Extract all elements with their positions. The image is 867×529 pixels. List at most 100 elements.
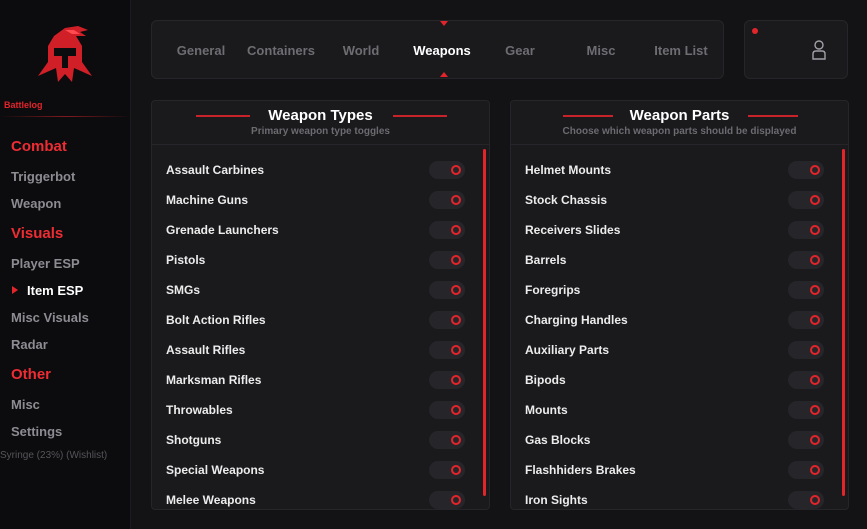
toggle-knob	[810, 165, 820, 175]
toggle-switch[interactable]	[788, 251, 824, 269]
toggle-switch[interactable]	[788, 311, 824, 329]
toggle-knob	[451, 195, 461, 205]
toggle-label: Iron Sights	[525, 493, 588, 507]
scrollbar[interactable]	[483, 149, 486, 496]
toggle-switch[interactable]	[788, 221, 824, 239]
title-decor-line	[393, 115, 447, 117]
toggle-switch[interactable]	[788, 341, 824, 359]
user-icon[interactable]	[811, 39, 827, 61]
panel-subtitle: Choose which weapon parts should be disp…	[562, 126, 797, 137]
nav-item-weapon[interactable]: Weapon	[11, 196, 61, 211]
tab-containers[interactable]: Containers	[242, 21, 320, 80]
scrollbar[interactable]	[842, 149, 845, 496]
toggle-row: Assault Rifles	[152, 335, 489, 365]
toggle-label: Marksman Rifles	[166, 373, 262, 387]
toggle-knob	[810, 255, 820, 265]
toggle-label: Charging Handles	[525, 313, 628, 327]
profile-box[interactable]	[744, 20, 848, 79]
panel-weapon-types: Weapon Types Primary weapon type toggles…	[151, 100, 490, 510]
toggle-knob	[810, 435, 820, 445]
toggle-switch[interactable]	[788, 431, 824, 449]
nav-item-settings[interactable]: Settings	[11, 424, 62, 439]
toggle-switch[interactable]	[788, 491, 824, 509]
toggle-knob	[451, 375, 461, 385]
toggle-label: Auxiliary Parts	[525, 343, 610, 357]
toggle-row: Marksman Rifles	[152, 365, 489, 395]
tab-world[interactable]: World	[332, 21, 390, 80]
sidebar-footer-text: Syringe (23%) (Wishlist)	[0, 450, 108, 461]
toggle-switch[interactable]	[429, 371, 465, 389]
toggle-knob	[810, 405, 820, 415]
toggle-label: Helmet Mounts	[525, 163, 612, 177]
toggle-label: Shotguns	[166, 433, 222, 447]
toggle-row: Flashhiders Brakes	[511, 455, 848, 485]
toggle-switch[interactable]	[429, 341, 465, 359]
toggle-switch[interactable]	[788, 281, 824, 299]
toggle-row: Assault Carbines	[152, 155, 489, 185]
toggle-switch[interactable]	[788, 461, 824, 479]
toggle-row: Bolt Action Rifles	[152, 305, 489, 335]
toggle-switch[interactable]	[429, 461, 465, 479]
nav-item-triggerbot[interactable]: Triggerbot	[11, 169, 75, 184]
nav-item-misc[interactable]: Misc	[11, 397, 40, 412]
toggle-row: Foregrips	[511, 275, 848, 305]
toggle-label: SMGs	[166, 283, 201, 297]
toggle-label: Machine Guns	[166, 193, 249, 207]
toggle-list: Assault Carbines Machine Guns Grenade Laun…	[152, 155, 489, 509]
toggle-switch[interactable]	[429, 491, 465, 509]
toggle-knob	[451, 435, 461, 445]
nav-item-misc-visuals[interactable]: Misc Visuals	[11, 310, 89, 325]
brand-label: Battlelog	[4, 100, 43, 110]
toggle-row: Throwables	[152, 395, 489, 425]
toggle-row: Machine Guns	[152, 185, 489, 215]
toggle-row: Barrels	[511, 245, 848, 275]
panel-subtitle: Primary weapon type toggles	[251, 126, 390, 137]
toggle-label: Foregrips	[525, 283, 581, 297]
title-decor-line	[748, 115, 798, 117]
nav-section-visuals: Visuals	[11, 225, 64, 242]
toggle-label: Assault Carbines	[166, 163, 265, 177]
toggle-label: Gas Blocks	[525, 433, 591, 447]
toggle-label: Flashhiders Brakes	[525, 463, 636, 477]
nav-item-player-esp[interactable]: Player ESP	[11, 256, 80, 271]
toggle-row: Auxiliary Parts	[511, 335, 848, 365]
toggle-label: Pistols	[166, 253, 206, 267]
toggle-knob	[451, 255, 461, 265]
toggle-switch[interactable]	[429, 161, 465, 179]
toggle-switch[interactable]	[788, 371, 824, 389]
toggle-switch[interactable]	[788, 161, 824, 179]
panel-header: Weapon Types Primary weapon type toggles	[152, 101, 489, 145]
toggle-label: Bipods	[525, 373, 566, 387]
toggle-row: Shotguns	[152, 425, 489, 455]
toggle-label: Melee Weapons	[166, 493, 256, 507]
toggle-switch[interactable]	[788, 191, 824, 209]
toggle-row: Pistols	[152, 245, 489, 275]
toggle-switch[interactable]	[429, 251, 465, 269]
toggle-label: Bolt Action Rifles	[166, 313, 266, 327]
sidebar: Battlelog Combat Triggerbot Weapon Visua…	[0, 0, 131, 529]
tab-item-list[interactable]: Item List	[644, 21, 718, 80]
toggle-label: Throwables	[166, 403, 233, 417]
toggle-label: Special Weapons	[166, 463, 265, 477]
nav-item-radar[interactable]: Radar	[11, 337, 48, 352]
tab-bar: General Containers World Weapons Gear Mi…	[151, 20, 724, 79]
toggle-switch[interactable]	[429, 311, 465, 329]
toggle-switch[interactable]	[788, 401, 824, 419]
toggle-switch[interactable]	[429, 191, 465, 209]
nav-section-other: Other	[11, 366, 52, 383]
tab-gear[interactable]: Gear	[494, 21, 546, 80]
tab-general[interactable]: General	[168, 21, 234, 80]
toggle-knob	[451, 345, 461, 355]
toggle-row: Helmet Mounts	[511, 155, 848, 185]
tab-indicator-bottom-icon	[440, 72, 448, 77]
toggle-switch[interactable]	[429, 221, 465, 239]
toggle-switch[interactable]	[429, 281, 465, 299]
toggle-switch[interactable]	[429, 401, 465, 419]
toggle-label: Grenade Launchers	[166, 223, 279, 237]
toggle-knob	[451, 225, 461, 235]
toggle-switch[interactable]	[429, 431, 465, 449]
toggle-row: Stock Chassis	[511, 185, 848, 215]
toggle-row: Special Weapons	[152, 455, 489, 485]
tab-misc[interactable]: Misc	[576, 21, 626, 80]
nav-item-item-esp[interactable]: Item ESP	[27, 283, 83, 298]
